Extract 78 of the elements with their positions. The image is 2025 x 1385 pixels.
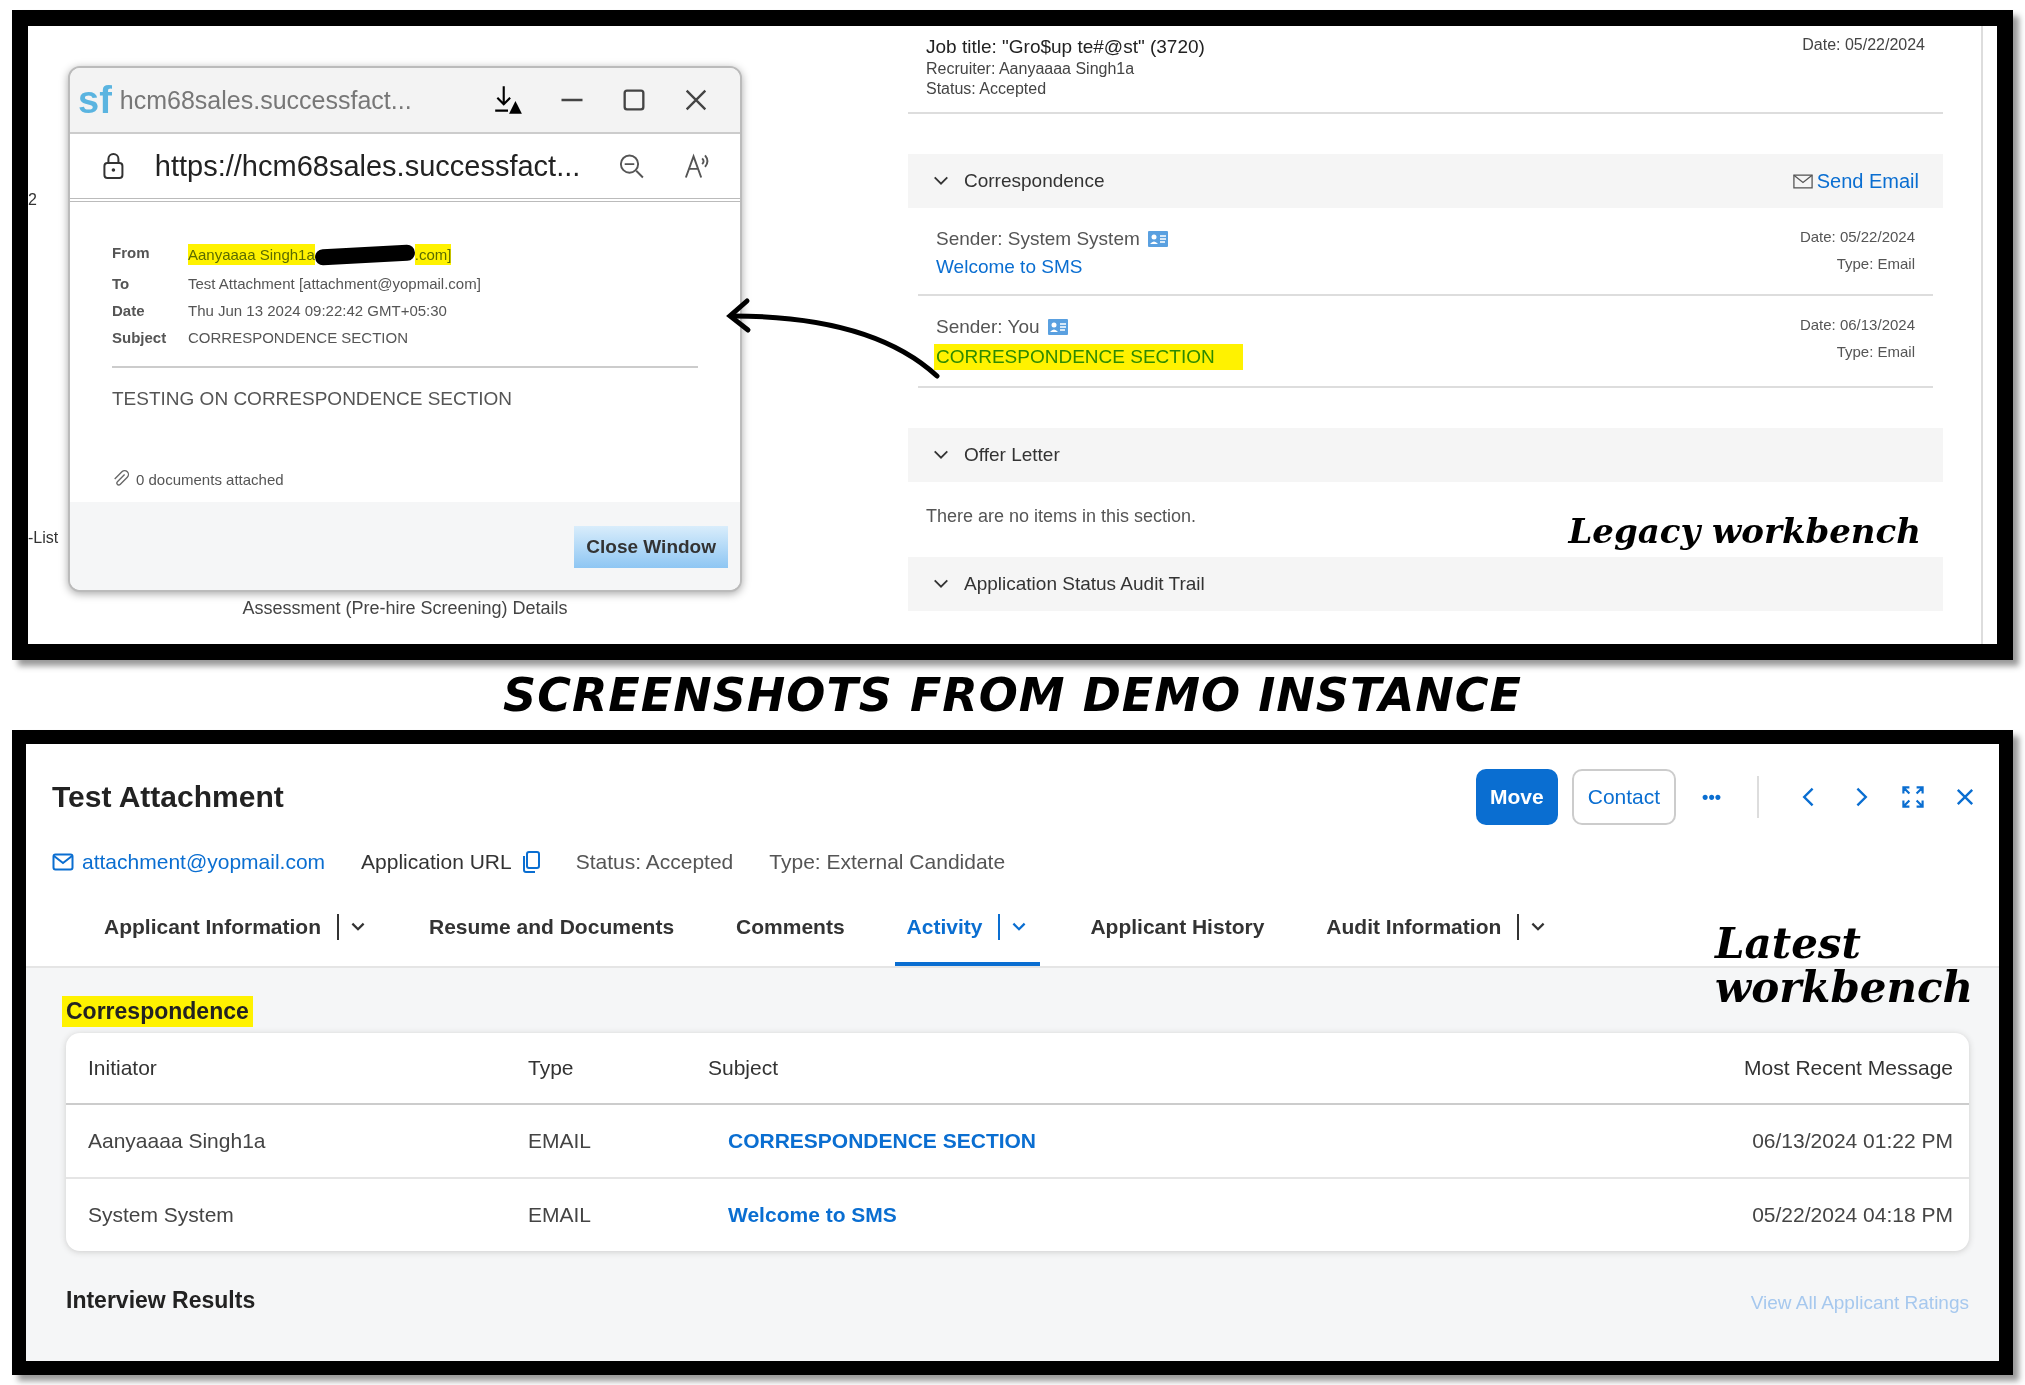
- field-value: .com]: [414, 244, 452, 265]
- table-cell: 05/22/2024 04:18 PM: [1752, 1203, 1953, 1227]
- application-url-label: Application URL: [361, 850, 512, 874]
- column-header: Type: [528, 1056, 575, 1080]
- tab[interactable]: Applicant Information: [92, 892, 379, 966]
- app-logo: sf: [78, 78, 112, 122]
- section-heading: Assessment (Pre-hire Screening) Details: [242, 598, 568, 619]
- message-type: Type: Email: [1836, 343, 1915, 360]
- annotation-title: SCREENSHOTS FROM DEMO INSTANCE: [502, 667, 1523, 724]
- message-subject-link[interactable]: Welcome to SMS: [936, 256, 1083, 278]
- expand-icon[interactable]: [1901, 785, 1925, 809]
- window-title: hcm68sales.successfact...: [119, 85, 413, 115]
- section-header-bar[interactable]: Application Status Audit Trail: [908, 557, 1943, 611]
- address-url[interactable]: https://hcm68sales.successfact...: [154, 149, 581, 183]
- copy-icon[interactable]: [521, 851, 540, 873]
- field-value: Aanyaaaa Singh1a: [188, 244, 315, 265]
- close-window-button[interactable]: Close Window: [574, 526, 728, 568]
- job-title: Job title: "Gro$up te#@st" (3720): [926, 36, 1205, 58]
- envelope-icon[interactable]: [1792, 173, 1813, 189]
- contact-button[interactable]: Contact: [1571, 769, 1677, 825]
- tab[interactable]: Resume and Documents: [417, 892, 687, 966]
- subject-link[interactable]: Welcome to SMS: [708, 1203, 1753, 1227]
- more-button[interactable]: •••: [1690, 778, 1733, 816]
- column-header: Initiator: [88, 1056, 158, 1080]
- email-body: TESTING ON CORRESPONDENCE SECTION: [112, 387, 514, 411]
- applicant-name: Test Attachment: [52, 780, 284, 814]
- envelope-icon[interactable]: [52, 853, 74, 871]
- sender-text: Sender: You: [936, 316, 1040, 338]
- message-date: Date: 06/13/2024: [1799, 316, 1915, 333]
- table-cell-text: EMAIL: [528, 1129, 593, 1153]
- email-link[interactable]: attachment@yopmail.com: [52, 850, 326, 874]
- section-header-bar[interactable]: Offer Letter: [908, 428, 1943, 482]
- status-text: Status: Accepted: [575, 850, 734, 874]
- contact-card-icon[interactable]: [1047, 319, 1068, 335]
- field-label: To: [112, 275, 131, 292]
- empty-section-text: There are no items in this section.: [926, 506, 1197, 527]
- section-title: Application Status Audit Trail: [964, 573, 1205, 595]
- send-email-link[interactable]: Send Email: [1792, 169, 1919, 193]
- column-header: Most Recent Message: [1744, 1056, 1953, 1080]
- section-title: Interview Results: [66, 1287, 256, 1314]
- zoom-out-icon[interactable]: [618, 152, 646, 180]
- job-date: Date: 05/22/2024: [1802, 36, 1925, 55]
- table-cell: 06/13/2024 01:22 PM: [1752, 1129, 1953, 1153]
- section-title: Correspondence: [964, 170, 1105, 192]
- download-warning-icon[interactable]: [492, 84, 524, 116]
- column-header: Subject: [708, 1056, 780, 1080]
- section-header-bar[interactable]: Correspondence Send Email: [908, 154, 1943, 208]
- field-value: CORRESPONDENCE SECTION: [188, 329, 409, 346]
- move-button[interactable]: Move: [1476, 769, 1558, 825]
- type-text: Type: External Candidate: [769, 850, 1006, 874]
- section-title: Offer Letter: [964, 444, 1060, 466]
- annotation-label: Legacy workbench: [1568, 514, 1921, 550]
- status-text: Status: Accepted: [926, 80, 1048, 98]
- paperclip-icon: [112, 470, 130, 488]
- message-date: Date: 05/22/2024: [1799, 228, 1915, 245]
- message-subject-link[interactable]: CORRESPONDENCE SECTION: [934, 344, 1243, 370]
- annotation-label: Latest workbench: [1715, 922, 1975, 1011]
- field-label: From: [112, 244, 151, 263]
- tab[interactable]: Comments: [724, 892, 857, 966]
- read-aloud-icon[interactable]: [683, 152, 710, 180]
- table-cell-text: Aanyaaaa Singh1a: [88, 1129, 267, 1153]
- sender-text: Sender: System System: [936, 228, 1140, 250]
- section-title: Correspondence: [62, 996, 253, 1027]
- field-label: Date: [112, 302, 146, 319]
- field-label: Subject: [112, 329, 168, 346]
- attachment-count: 0 documents attached: [136, 470, 284, 488]
- table-cell-text: System System: [88, 1203, 235, 1227]
- field-value: Test Attachment [attachment@yopmail.com]: [188, 275, 481, 292]
- background-text: -List: [28, 529, 60, 547]
- message-type: Type: Email: [1836, 255, 1915, 272]
- field-value: Thu Jun 13 2024 09:22:42 GMT+05:30: [188, 302, 447, 319]
- table-cell-text: EMAIL: [528, 1203, 593, 1227]
- tab[interactable]: Audit Information: [1314, 892, 1560, 966]
- recruiter-text: Recruiter: Aanyaaaa Singh1a: [926, 60, 1136, 78]
- subject-link[interactable]: CORRESPONDENCE SECTION: [708, 1129, 1753, 1153]
- background-text: 2: [28, 191, 38, 209]
- contact-card-icon[interactable]: [1147, 231, 1168, 247]
- tab[interactable]: Applicant History: [1078, 892, 1277, 966]
